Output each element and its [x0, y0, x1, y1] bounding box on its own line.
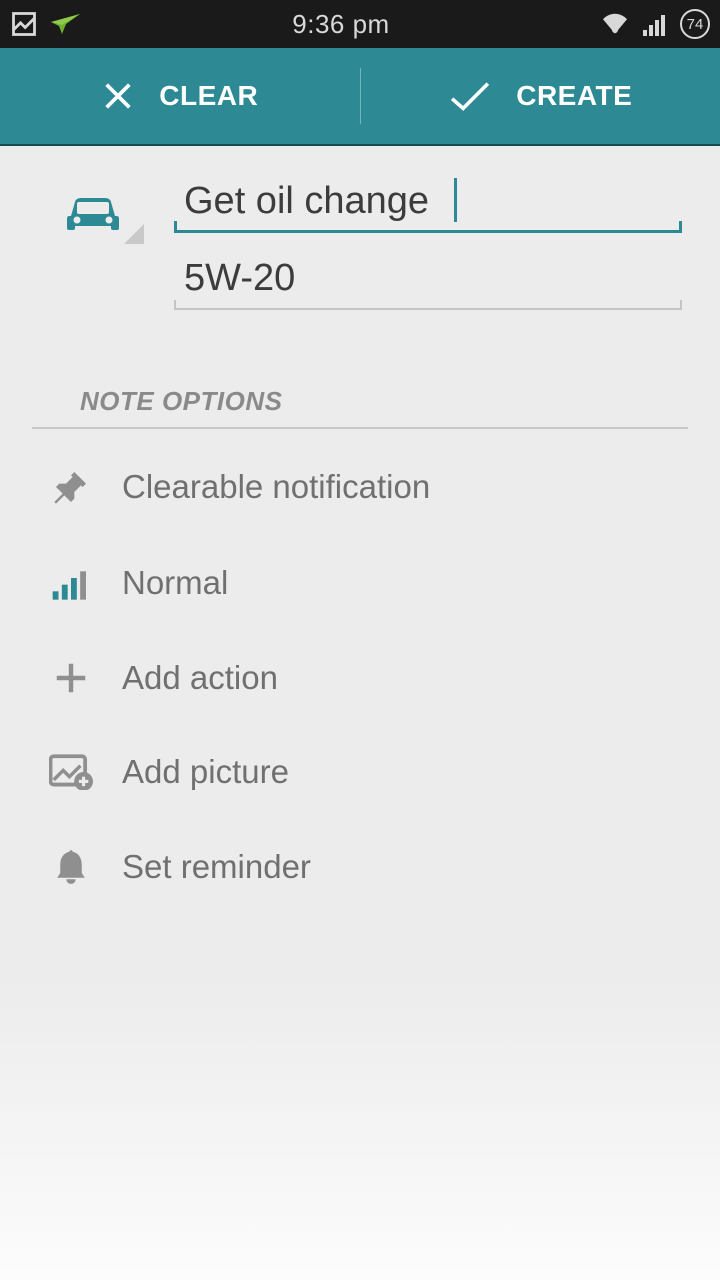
battery-indicator: 74 [680, 9, 710, 39]
status-right: 74 [600, 9, 710, 39]
category-icon-picker[interactable] [40, 188, 146, 236]
title-field-wrap[interactable] [174, 174, 682, 233]
pin-icon [48, 467, 94, 507]
status-bar: 9:36 pm 74 [0, 0, 720, 48]
create-button[interactable]: CREATE [361, 48, 720, 144]
option-clearable-notification[interactable]: Clearable notification [32, 439, 688, 535]
paper-plane-icon [50, 12, 82, 36]
section-header: NOTE OPTIONS [32, 386, 688, 429]
option-label: Clearable notification [122, 468, 430, 506]
text-cursor [454, 178, 457, 222]
title-input[interactable] [174, 174, 682, 233]
bottom-fade [0, 980, 720, 1280]
option-priority[interactable]: Normal [32, 535, 688, 631]
status-time: 9:36 pm [82, 9, 600, 40]
close-icon [101, 79, 135, 113]
subtitle-field-wrap[interactable] [174, 251, 682, 310]
dropdown-corner-icon [124, 224, 144, 244]
content-area: NOTE OPTIONS Clearable notification Norm… [0, 146, 720, 915]
wifi-icon [600, 12, 630, 36]
bell-icon [48, 847, 94, 887]
option-label: Normal [122, 564, 228, 602]
create-label: CREATE [516, 80, 632, 112]
clear-button[interactable]: CLEAR [0, 48, 360, 144]
title-area [0, 146, 720, 338]
picture-plus-icon [48, 754, 94, 790]
subtitle-input[interactable] [174, 251, 682, 310]
option-label: Add action [122, 659, 278, 697]
option-label: Set reminder [122, 848, 311, 886]
plus-icon [48, 659, 94, 697]
check-icon [448, 79, 492, 113]
option-set-reminder[interactable]: Set reminder [32, 819, 688, 915]
status-left [10, 10, 82, 38]
picture-icon [10, 10, 38, 38]
signal-icon [642, 12, 668, 36]
options-list: Clearable notification Normal Add action [0, 429, 720, 915]
signal-bars-icon [48, 563, 94, 603]
action-bar: CLEAR CREATE [0, 48, 720, 146]
option-label: Add picture [122, 753, 289, 791]
option-add-action[interactable]: Add action [32, 631, 688, 725]
car-icon [61, 188, 125, 236]
clear-label: CLEAR [159, 80, 258, 112]
option-add-picture[interactable]: Add picture [32, 725, 688, 819]
